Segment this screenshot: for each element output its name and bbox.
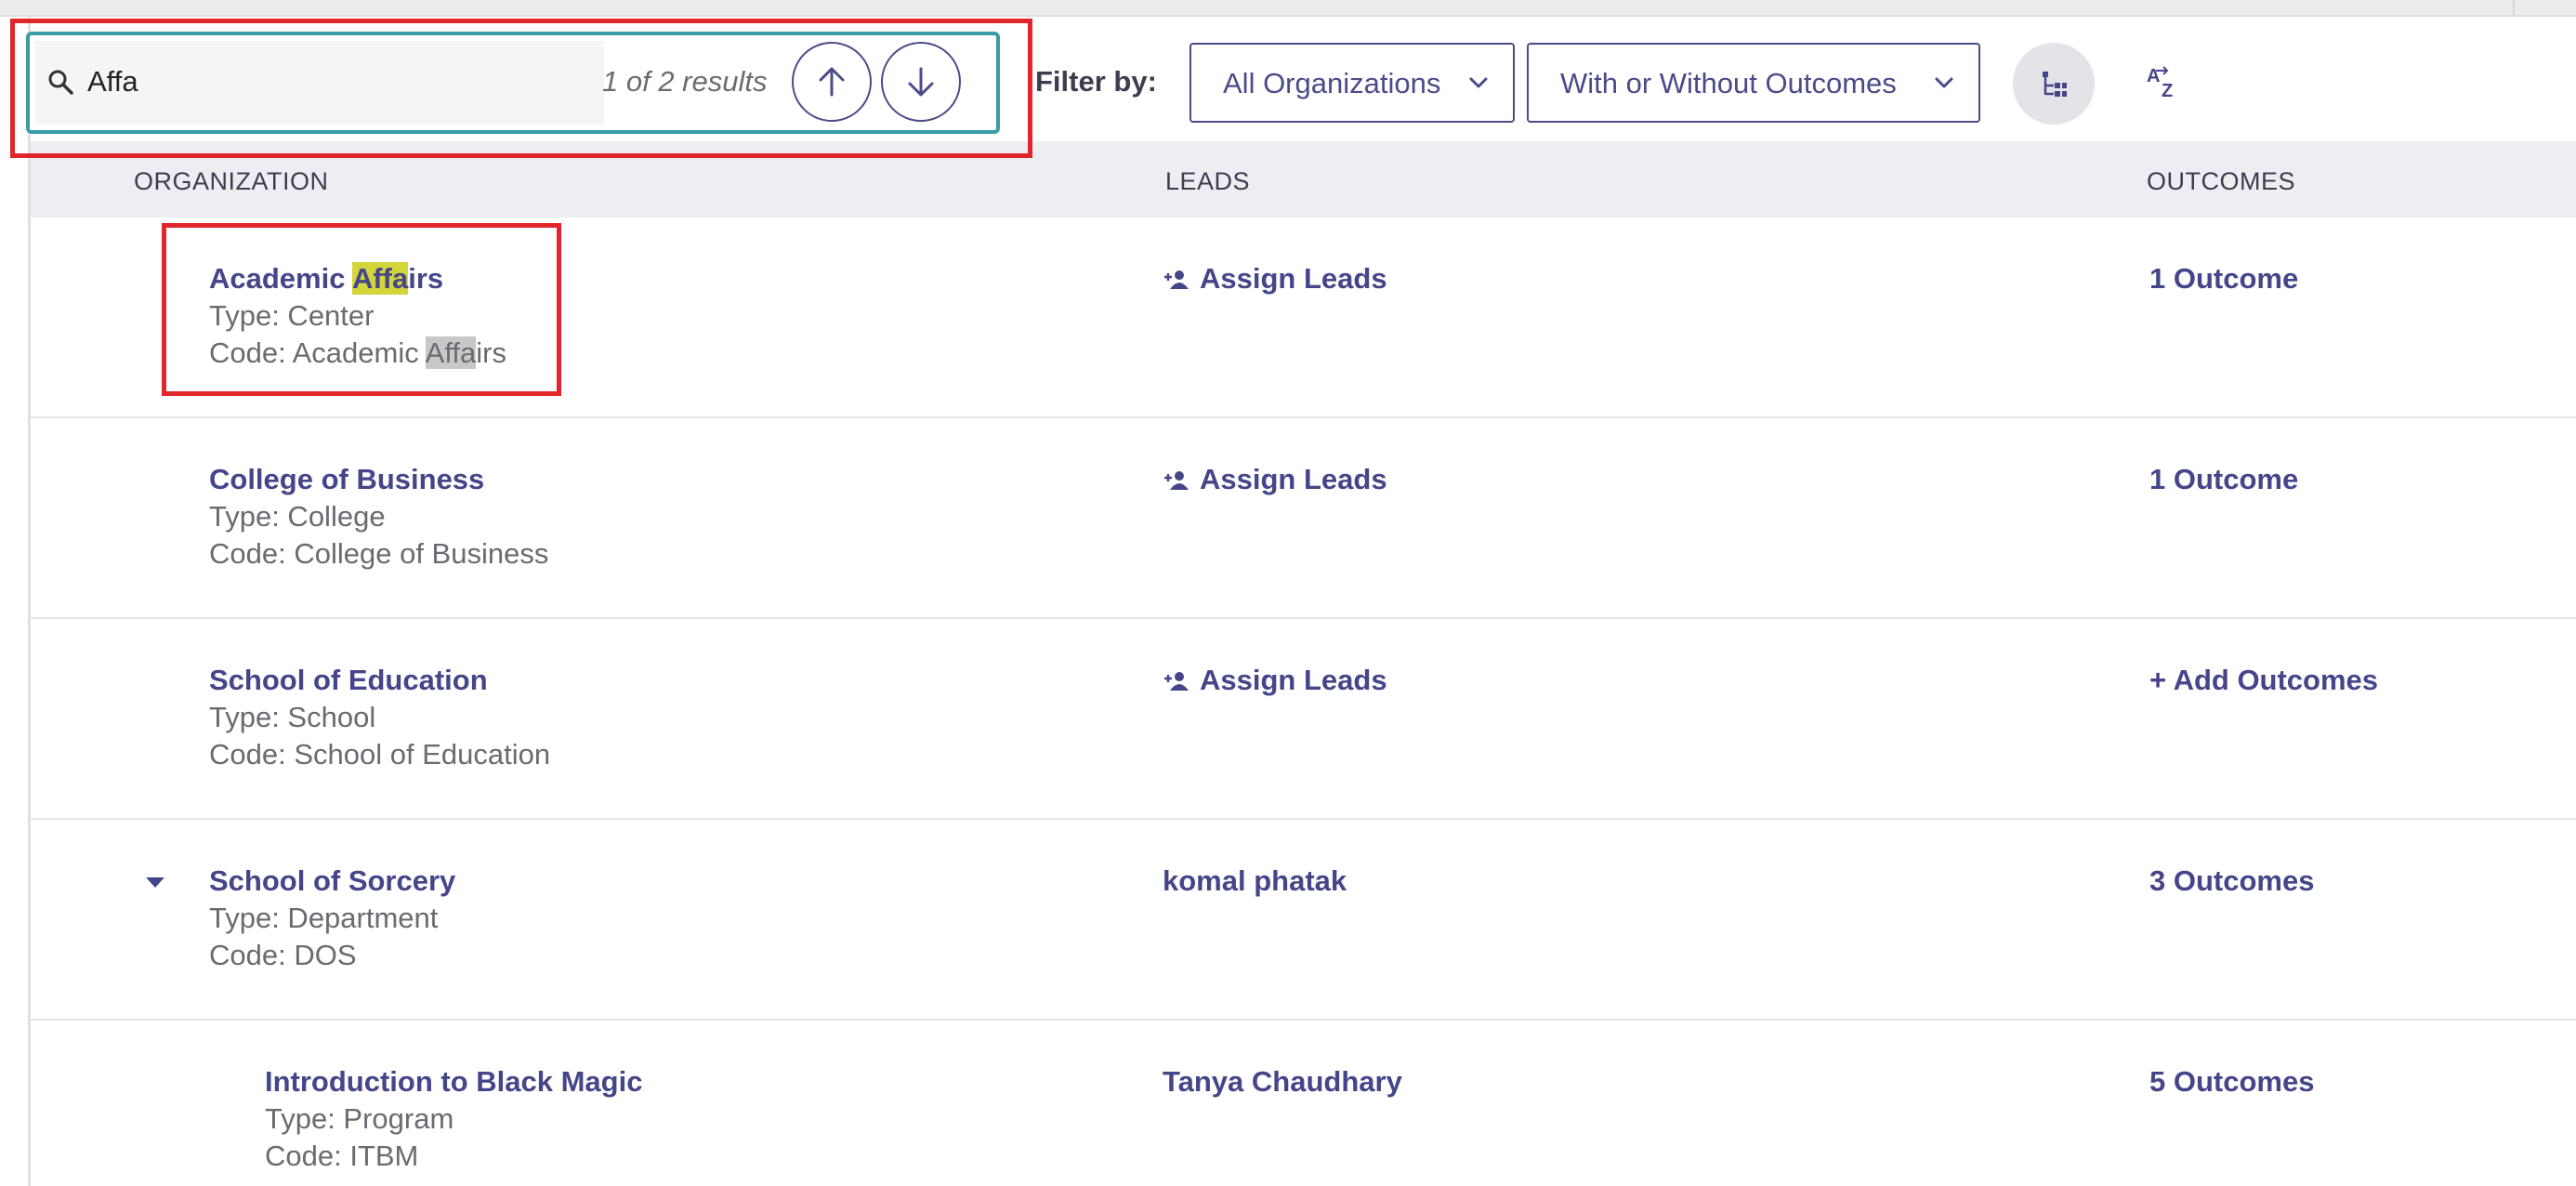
assign-leads-button[interactable]: Assign Leads — [1163, 262, 1387, 296]
table-row: Academic Affairs Type: Center Code: Acad… — [31, 219, 2576, 418]
organization-filter-dropdown[interactable]: All Organizations — [1189, 43, 1515, 123]
outcomes-link[interactable]: 1 Outcome — [2149, 262, 2298, 296]
assign-leads-button[interactable]: Assign Leads — [1163, 664, 1387, 697]
assign-leads-button[interactable]: Assign Leads — [1163, 463, 1387, 496]
lead-name-link[interactable]: komal phatak — [1163, 864, 1347, 898]
person-add-icon — [1164, 672, 1189, 691]
sort-az-icon[interactable]: A Z — [2143, 61, 2188, 106]
code-text: irs — [476, 336, 506, 369]
person-add-icon — [1164, 471, 1189, 490]
organization-type: Type: School — [209, 701, 376, 733]
organization-name-link[interactable]: School of Education — [209, 664, 488, 697]
column-header-outcomes[interactable]: OUTCOMES — [2147, 167, 2295, 196]
name-text: irs — [408, 262, 444, 295]
assign-leads-label: Assign Leads — [1200, 262, 1387, 295]
table-row: Introduction to Black Magic Type: Progra… — [31, 1022, 2576, 1186]
caret-down-icon[interactable] — [146, 877, 164, 888]
table-row: School of Sorcery Type: Department Code:… — [31, 822, 2576, 1021]
code-text: Code: Academic — [209, 336, 426, 369]
organization-name-link[interactable]: College of Business — [209, 463, 484, 496]
outcomes-filter-dropdown[interactable]: With or Without Outcomes — [1527, 43, 1980, 123]
table-row: College of Business Type: College Code: … — [31, 420, 2576, 619]
search-result-count: 1 of 2 results — [602, 65, 768, 98]
svg-text:Z: Z — [2162, 81, 2173, 101]
assign-leads-label: Assign Leads — [1200, 463, 1387, 495]
outcomes-link[interactable]: 1 Outcome — [2149, 463, 2298, 496]
arrow-down-icon — [908, 67, 934, 97]
divider — [2513, 0, 2515, 17]
search-highlight-active: Affa — [351, 262, 409, 295]
hierarchy-view-icon — [2043, 72, 2067, 97]
add-outcomes-button[interactable]: + Add Outcomes — [2149, 664, 2378, 697]
search-icon — [48, 70, 73, 95]
svg-text:A: A — [2147, 66, 2160, 86]
organization-type: Type: Program — [265, 1102, 454, 1135]
person-add-icon — [1164, 270, 1189, 289]
search-input[interactable] — [87, 59, 571, 104]
outcomes-link[interactable]: 3 Outcomes — [2149, 864, 2314, 898]
next-result-button[interactable] — [881, 42, 961, 122]
organization-name-link[interactable]: Academic Affairs — [209, 262, 443, 296]
organization-code: Code: DOS — [209, 939, 357, 971]
name-text: Academic — [209, 262, 352, 295]
column-header-leads[interactable]: LEADS — [1165, 167, 1250, 196]
outcomes-filter-value: With or Without Outcomes — [1560, 67, 1897, 99]
arrow-up-icon — [819, 67, 845, 97]
previous-result-button[interactable] — [792, 42, 872, 122]
table-row: School of Education Type: School Code: S… — [31, 621, 2576, 820]
outcomes-link[interactable]: 5 Outcomes — [2149, 1065, 2314, 1099]
organization-filter-value: All Organizations — [1223, 67, 1441, 99]
lead-name-link[interactable]: Tanya Chaudhary — [1163, 1065, 1402, 1099]
organization-type: Type: College — [209, 500, 386, 533]
organization-code: Code: ITBM — [265, 1140, 419, 1172]
organization-name-link[interactable]: School of Sorcery — [209, 864, 455, 898]
assign-leads-label: Assign Leads — [1200, 664, 1387, 696]
filter-label: Filter by: — [1035, 65, 1157, 98]
search-highlight-inactive: Affa — [425, 336, 477, 369]
chevron-down-icon — [1935, 77, 1953, 88]
organization-code: Code: Academic Affairs — [209, 336, 506, 370]
organization-code: Code: College of Business — [209, 537, 549, 570]
browser-top-bar — [0, 0, 2576, 17]
column-header-organization[interactable]: ORGANIZATION — [134, 167, 329, 196]
organization-type: Type: Department — [209, 902, 439, 934]
hierarchy-view-button[interactable] — [2013, 43, 2095, 125]
organization-type: Type: Center — [209, 299, 375, 332]
chevron-down-icon — [1469, 77, 1488, 88]
organization-code: Code: School of Education — [209, 738, 551, 771]
organization-name-link[interactable]: Introduction to Black Magic — [265, 1065, 642, 1099]
table-header: ORGANIZATION LEADS OUTCOMES — [31, 141, 2576, 217]
